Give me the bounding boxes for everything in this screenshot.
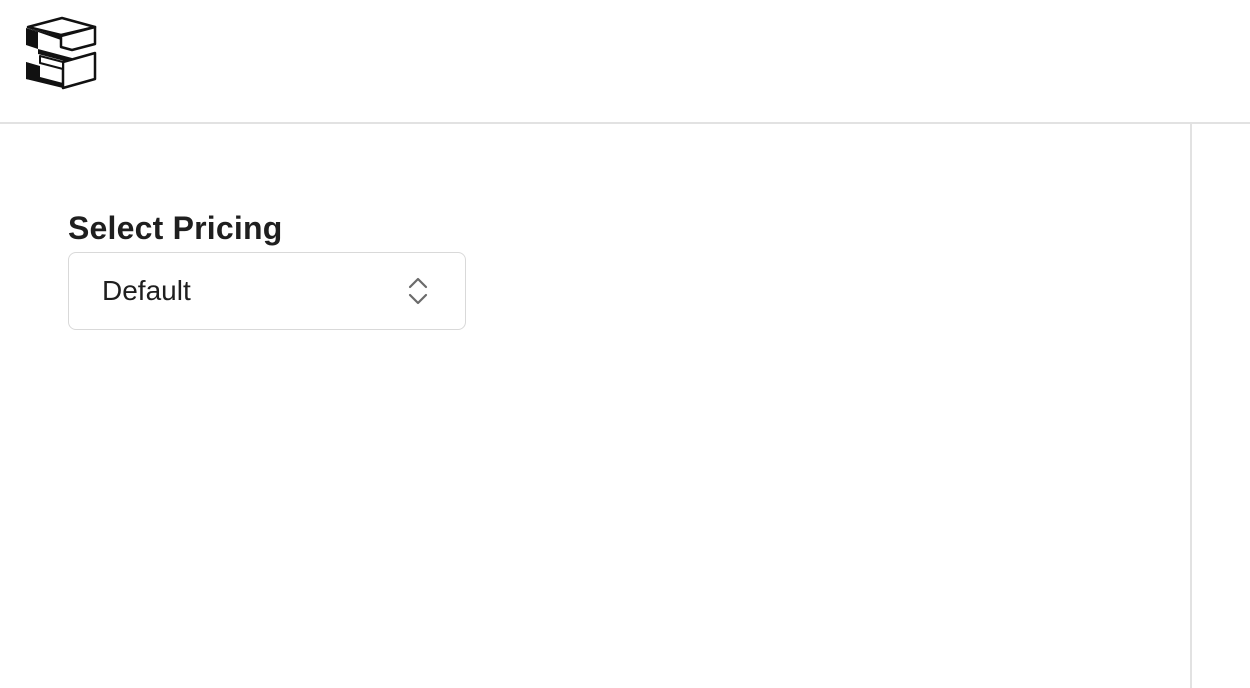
app-header xyxy=(0,0,1250,124)
up-down-chevron-icon xyxy=(408,277,428,305)
main-content: Select Pricing Default xyxy=(0,124,1190,688)
pricing-select-value: Default xyxy=(102,275,191,306)
stacked-cube-logo-icon[interactable] xyxy=(24,16,98,90)
right-panel-divider xyxy=(1190,124,1192,688)
pricing-select[interactable]: Default xyxy=(68,252,466,330)
select-pricing-title: Select Pricing xyxy=(68,210,283,246)
